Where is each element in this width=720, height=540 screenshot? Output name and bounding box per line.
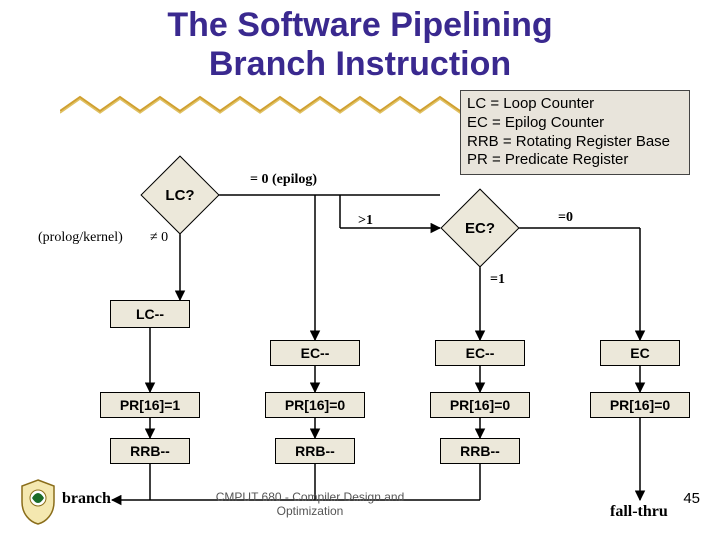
title-line2: Branch Instruction xyxy=(209,45,511,83)
node-rrb-c: RRB-- xyxy=(440,438,520,464)
footer-text: CMPUT 680 - Compiler Design and Optimiza… xyxy=(200,490,420,519)
edge-label-prolog: (prolog/kernel) xyxy=(38,230,123,246)
edge-label-eq0: =0 xyxy=(558,210,573,226)
edge-label-ne0: ≠ 0 xyxy=(150,230,168,246)
decision-lc: LC? xyxy=(140,155,220,235)
node-branch: branch xyxy=(62,490,111,508)
legend-line: RRB = Rotating Register Base xyxy=(467,133,683,152)
legend-box: LC = Loop Counter EC = Epilog Counter RR… xyxy=(460,90,690,175)
decision-lc-label: LC? xyxy=(140,155,220,235)
node-pr16-0-a: PR[16]=0 xyxy=(265,392,365,418)
edge-label-eq0-epilog: = 0 (epilog) xyxy=(250,172,317,188)
node-pr16-1: PR[16]=1 xyxy=(100,392,200,418)
legend-line: LC = Loop Counter xyxy=(467,95,683,114)
node-rrb-b: RRB-- xyxy=(275,438,355,464)
node-lc-dec: LC-- xyxy=(110,300,190,328)
legend-line: PR = Predicate Register xyxy=(467,151,683,170)
university-crest-icon xyxy=(18,478,58,526)
decision-ec-label: EC? xyxy=(440,188,520,268)
decision-ec: EC? xyxy=(440,188,520,268)
edge-label-eq1: =1 xyxy=(490,272,505,288)
node-ec-dec-1: EC-- xyxy=(270,340,360,366)
legend-line: EC = Epilog Counter xyxy=(467,114,683,133)
edge-label-gt1: >1 xyxy=(358,213,373,229)
node-pr16-0-c: PR[16]=0 xyxy=(590,392,690,418)
node-ec: EC xyxy=(600,340,680,366)
page-number: 45 xyxy=(683,490,700,507)
node-pr16-0-b: PR[16]=0 xyxy=(430,392,530,418)
node-fall-thru: fall-thru xyxy=(610,503,668,521)
node-rrb-a: RRB-- xyxy=(110,438,190,464)
title-line1: The Software Pipelining xyxy=(167,6,552,44)
node-ec-dec-2: EC-- xyxy=(435,340,525,366)
slide-title: The Software Pipelining Branch Instructi… xyxy=(0,0,720,84)
